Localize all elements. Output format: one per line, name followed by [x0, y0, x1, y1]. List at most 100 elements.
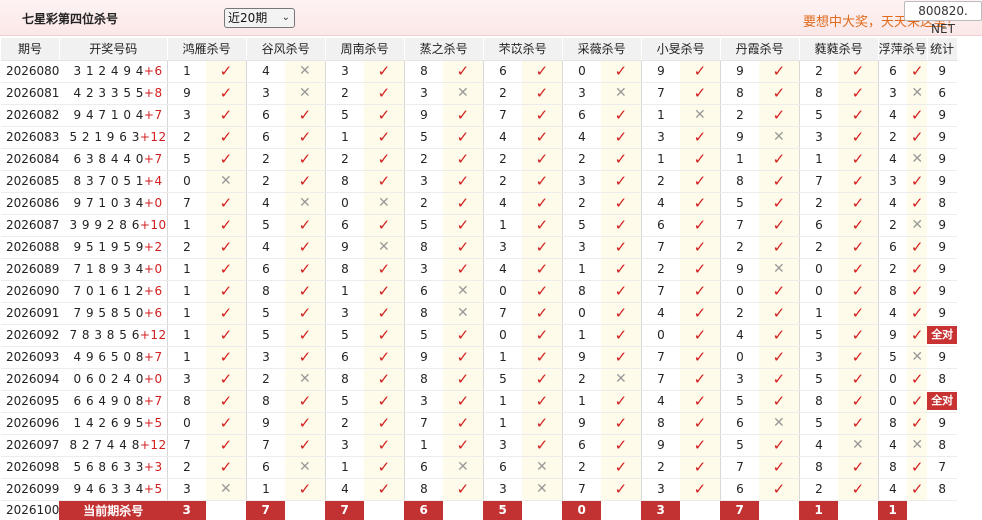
stat-cell: 全对 — [927, 390, 958, 413]
check-mark-icon: ✓ — [456, 259, 470, 278]
check-mark-icon: ✓ — [910, 303, 924, 322]
hit-cell: ✓ — [601, 236, 642, 259]
kill-number-cell: 8 — [403, 368, 444, 391]
cross-mark-icon: ✕ — [694, 107, 706, 123]
hit-cell: ✓ — [907, 478, 928, 501]
stat-cell: 9 — [927, 280, 958, 303]
kill-number-cell: 2 — [798, 236, 839, 259]
kill-number-cell: 2 — [798, 192, 839, 215]
hit-cell: ✓ — [907, 412, 928, 435]
check-mark-icon: ✓ — [693, 171, 707, 190]
hit-cell: ✓ — [285, 434, 326, 457]
check-mark-icon: ✓ — [910, 127, 924, 146]
hit-cell: ✓ — [206, 390, 247, 413]
check-mark-icon: ✓ — [298, 127, 312, 146]
draw-digits: 3 1 2 4 9 4 — [73, 64, 144, 78]
period-cell: 2026082 — [1, 104, 60, 127]
kill-number-cell: 3 — [245, 346, 286, 369]
kill-number-cell: 3 — [166, 368, 207, 391]
table-row: 2026098 5 6 8 6 3 3+3 2 ✓ 6 ✕ 1 ✓ 6 ✕ 6 ✕ 2 ✓ 2 ✓ 7 ✓ 8 ✓ 8 ✓… — [1, 456, 958, 479]
hit-cell: ✓ — [443, 60, 484, 83]
kill-number-cell: 0 — [877, 390, 908, 413]
kill-number-cell: 2 — [798, 60, 839, 83]
site-brand-badge[interactable]: 800820. NET — [904, 1, 982, 36]
hit-cell: ✓ — [838, 126, 879, 149]
current-empty-cell — [601, 500, 642, 520]
current-kill-number: 7 — [325, 500, 365, 520]
check-mark-icon: ✓ — [219, 127, 233, 146]
kill-number-cell: 3 — [798, 126, 839, 149]
draw-digits: 9 4 6 3 3 4 — [73, 482, 144, 496]
stat-cell: 9 — [927, 258, 958, 281]
cross-mark-icon: ✕ — [536, 459, 548, 475]
kill-number-cell: 4 — [640, 302, 681, 325]
cross-mark-icon: ✕ — [615, 371, 627, 387]
column-header: 小旻杀号 — [641, 38, 721, 61]
miss-cell: ✕ — [443, 302, 484, 325]
miss-cell: ✕ — [522, 456, 563, 479]
miss-cell: ✕ — [522, 478, 563, 501]
kill-number-cell: 9 — [245, 412, 286, 435]
check-mark-icon: ✓ — [298, 215, 312, 234]
kill-number-cell: 3 — [403, 170, 444, 193]
cross-mark-icon: ✕ — [378, 195, 390, 211]
check-mark-icon: ✓ — [298, 281, 312, 300]
check-mark-icon: ✓ — [456, 435, 470, 454]
hit-cell: ✓ — [680, 346, 721, 369]
draw-number-cell: 4 2 3 3 5 5+8 — [59, 82, 168, 105]
check-mark-icon: ✓ — [219, 391, 233, 410]
cross-mark-icon: ✕ — [911, 349, 924, 365]
hit-cell: ✓ — [443, 324, 484, 347]
check-mark-icon: ✓ — [219, 325, 233, 344]
check-mark-icon: ✓ — [219, 281, 233, 300]
draw-digits: 8 2 7 4 4 8 — [69, 438, 140, 452]
current-empty-cell — [680, 500, 721, 520]
kill-number-cell: 0 — [482, 280, 523, 303]
page-title: 七星彩第四位杀号 — [22, 12, 119, 26]
hit-cell: ✓ — [206, 258, 247, 281]
hit-cell: ✓ — [759, 192, 800, 215]
check-mark-icon: ✓ — [693, 457, 707, 476]
draw-number-cell: 7 0 1 6 1 2+6 — [59, 280, 168, 303]
kill-number-cell: 3 — [561, 170, 602, 193]
check-mark-icon: ✓ — [772, 347, 786, 366]
draw-sum: +10 — [139, 218, 167, 232]
draw-number-cell: 7 8 3 8 5 6+12 — [59, 324, 168, 347]
hit-cell: ✓ — [838, 280, 879, 303]
check-mark-icon: ✓ — [614, 193, 628, 212]
hit-cell: ✓ — [364, 390, 405, 413]
kill-number-cell: 3 — [403, 390, 444, 413]
hit-cell: ✓ — [364, 302, 405, 325]
kill-number-cell: 4 — [561, 126, 602, 149]
draw-sum: +6 — [143, 284, 163, 298]
draw-digits: 7 9 5 8 5 0 — [73, 306, 144, 320]
kill-number-cell: 4 — [324, 478, 365, 501]
kill-number-cell: 0 — [877, 368, 908, 391]
kill-number-cell: 6 — [245, 126, 286, 149]
kill-number-cell: 5 — [798, 324, 839, 347]
check-mark-icon: ✓ — [614, 281, 628, 300]
hit-cell: ✓ — [522, 302, 563, 325]
check-mark-icon: ✓ — [298, 347, 312, 366]
check-mark-icon: ✓ — [772, 303, 786, 322]
kill-number-cell: 1 — [166, 280, 207, 303]
kill-number-cell: 6 — [719, 412, 760, 435]
kill-number-cell: 1 — [324, 280, 365, 303]
period-range-select[interactable]: 近20期 ⌄ — [224, 8, 295, 28]
check-mark-icon: ✓ — [693, 303, 707, 322]
check-mark-icon: ✓ — [910, 391, 924, 410]
kill-number-cell: 9 — [324, 236, 365, 259]
kill-number-cell: 6 — [324, 214, 365, 237]
hit-cell: ✓ — [522, 390, 563, 413]
check-mark-icon: ✓ — [851, 149, 865, 168]
stat-cell: 9 — [927, 126, 958, 149]
kill-number-cell: 3 — [324, 302, 365, 325]
period-cell: 2026086 — [1, 192, 60, 215]
hit-cell: ✓ — [759, 346, 800, 369]
kill-number-cell: 3 — [403, 258, 444, 281]
kill-number-cell: 0 — [561, 302, 602, 325]
cross-mark-icon: ✕ — [615, 85, 627, 101]
hit-cell: ✓ — [680, 148, 721, 171]
stat-cell: 9 — [927, 302, 958, 325]
hit-cell: ✓ — [285, 148, 326, 171]
